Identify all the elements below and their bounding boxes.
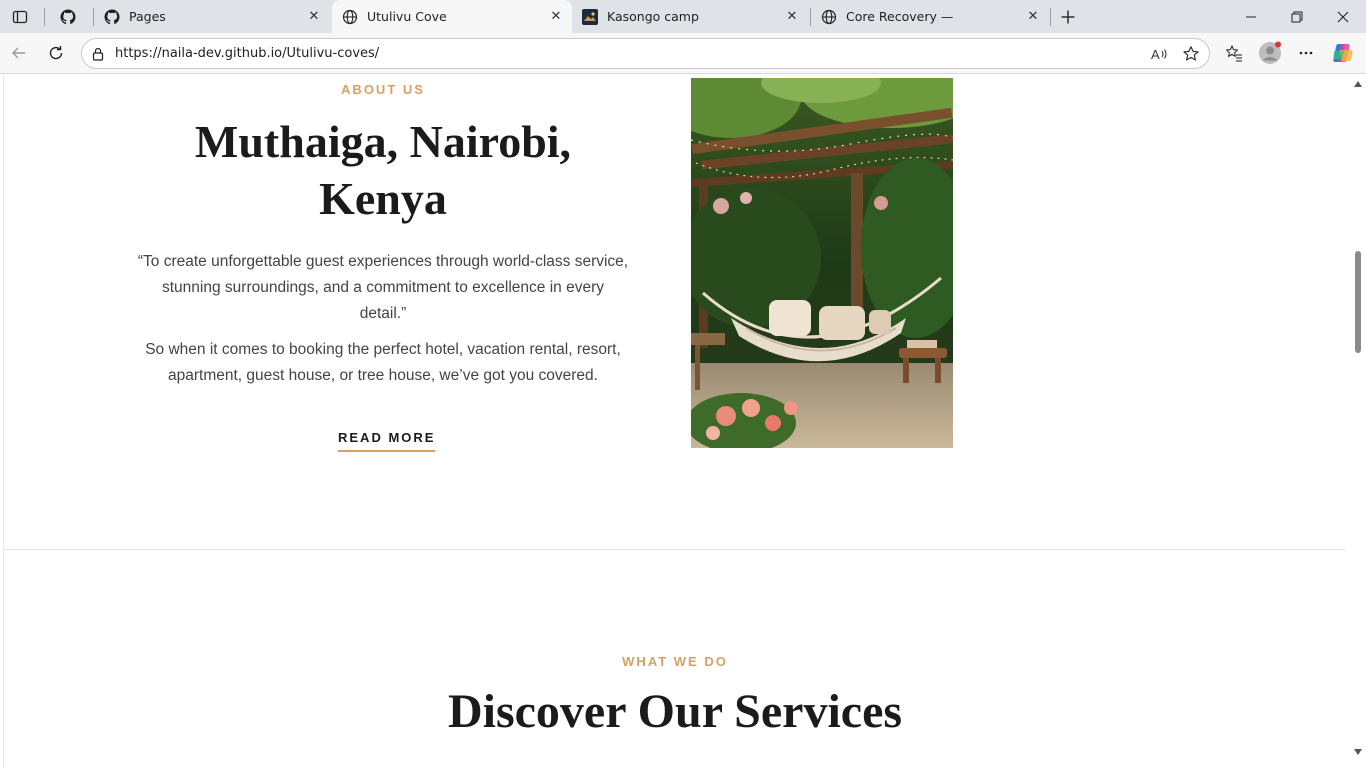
profile-button[interactable] (1255, 39, 1285, 67)
scrollbar-thumb[interactable] (1355, 251, 1361, 353)
back-button[interactable] (4, 39, 34, 67)
globe-icon (821, 9, 837, 25)
address-url[interactable]: https://naila-dev.github.io/Utulivu-cove… (115, 46, 379, 61)
tab-title: Pages (129, 9, 166, 24)
github-icon (104, 8, 120, 25)
tab-core-recovery[interactable]: Core Recovery — ✕ (811, 0, 1049, 33)
close-tab-icon[interactable]: ✕ (1023, 7, 1043, 27)
plus-icon (1061, 10, 1075, 24)
tab-kasongo-camp[interactable]: Kasongo camp ✕ (572, 0, 808, 33)
tab-separator (1050, 8, 1051, 26)
scroll-down-arrow-icon[interactable] (1354, 749, 1362, 755)
site-thumbnail-icon (582, 8, 598, 25)
globe-icon (342, 9, 358, 25)
page-border (3, 75, 4, 768)
address-bar[interactable]: https://naila-dev.github.io/Utulivu-cove… (81, 38, 1210, 69)
tab-utulivu-cove[interactable]: Utulivu Cove ✕ (332, 0, 572, 33)
about-quote-line2: stunning surroundings, and a commitment … (162, 279, 604, 296)
services-eyebrow: WHAT WE DO (622, 654, 728, 669)
minimize-button[interactable] (1228, 0, 1274, 33)
more-horizontal-icon (1299, 51, 1313, 55)
about-body-line2: apartment, guest house, or tree house, w… (168, 367, 598, 384)
sidebar-tabs-icon (12, 10, 28, 24)
copilot-button[interactable] (1328, 39, 1358, 67)
close-tab-icon[interactable]: ✕ (304, 7, 324, 27)
page-viewport: ABOUT US Muthaiga, Nairobi, Kenya “To cr… (0, 75, 1366, 768)
scroll-up-arrow-icon[interactable] (1354, 81, 1362, 87)
vertical-tabs-button[interactable] (6, 4, 34, 30)
back-arrow-icon (12, 47, 25, 59)
avatar-icon (1259, 41, 1281, 64)
read-more-link[interactable]: READ MORE (338, 430, 436, 452)
close-window-button[interactable] (1320, 0, 1366, 33)
favorites-list-icon (1225, 45, 1242, 62)
favorite-star-icon[interactable] (1179, 43, 1203, 65)
tab-title: Utulivu Cove (367, 9, 447, 24)
github-icon (60, 8, 76, 25)
close-icon (1337, 11, 1349, 22)
garden-hammock-photo (691, 78, 953, 448)
services-title: Discover Our Services (447, 685, 903, 738)
tab-github-pinned[interactable] (54, 0, 84, 33)
read-aloud-icon[interactable]: A (1148, 43, 1172, 65)
tab-pages[interactable]: Pages ✕ (94, 0, 330, 33)
settings-more-button[interactable] (1291, 39, 1321, 67)
svg-text:A: A (1151, 47, 1160, 62)
page-scrollbar[interactable] (1350, 75, 1366, 768)
about-eyebrow: ABOUT US (341, 82, 425, 97)
about-title-line2: Kenya (319, 173, 447, 224)
refresh-icon (49, 46, 63, 60)
minimize-icon (1246, 16, 1256, 17)
about-quote-line3: detail.” (359, 305, 407, 322)
close-tab-icon[interactable]: ✕ (546, 7, 566, 27)
favorites-button[interactable] (1219, 39, 1249, 67)
tab-title: Kasongo camp (607, 9, 699, 24)
about-quote-line1: “To create unforgettable guest experienc… (137, 253, 629, 270)
restore-button[interactable] (1274, 0, 1320, 33)
tab-title: Core Recovery — (846, 9, 954, 24)
tab-separator (44, 8, 45, 26)
refresh-button[interactable] (41, 39, 71, 67)
copilot-icon (1333, 44, 1353, 62)
about-body-line1: So when it comes to booking the perfect … (145, 341, 621, 358)
about-title: Muthaiga, Nairobi, Kenya (140, 113, 626, 227)
browser-toolbar: https://naila-dev.github.io/Utulivu-cove… (0, 33, 1366, 74)
about-quote: “To create unforgettable guest experienc… (136, 249, 630, 327)
site-info-icon[interactable] (90, 46, 106, 62)
tab-strip: Pages ✕ Utulivu Cove ✕ Kasongo camp ✕ Co… (0, 0, 1366, 33)
restore-icon (1291, 11, 1303, 22)
close-tab-icon[interactable]: ✕ (782, 7, 802, 27)
about-title-line1: Muthaiga, Nairobi, (194, 116, 572, 167)
new-tab-button[interactable] (1054, 4, 1082, 30)
about-body: So when it comes to booking the perfect … (136, 337, 630, 389)
section-divider (4, 549, 1346, 550)
